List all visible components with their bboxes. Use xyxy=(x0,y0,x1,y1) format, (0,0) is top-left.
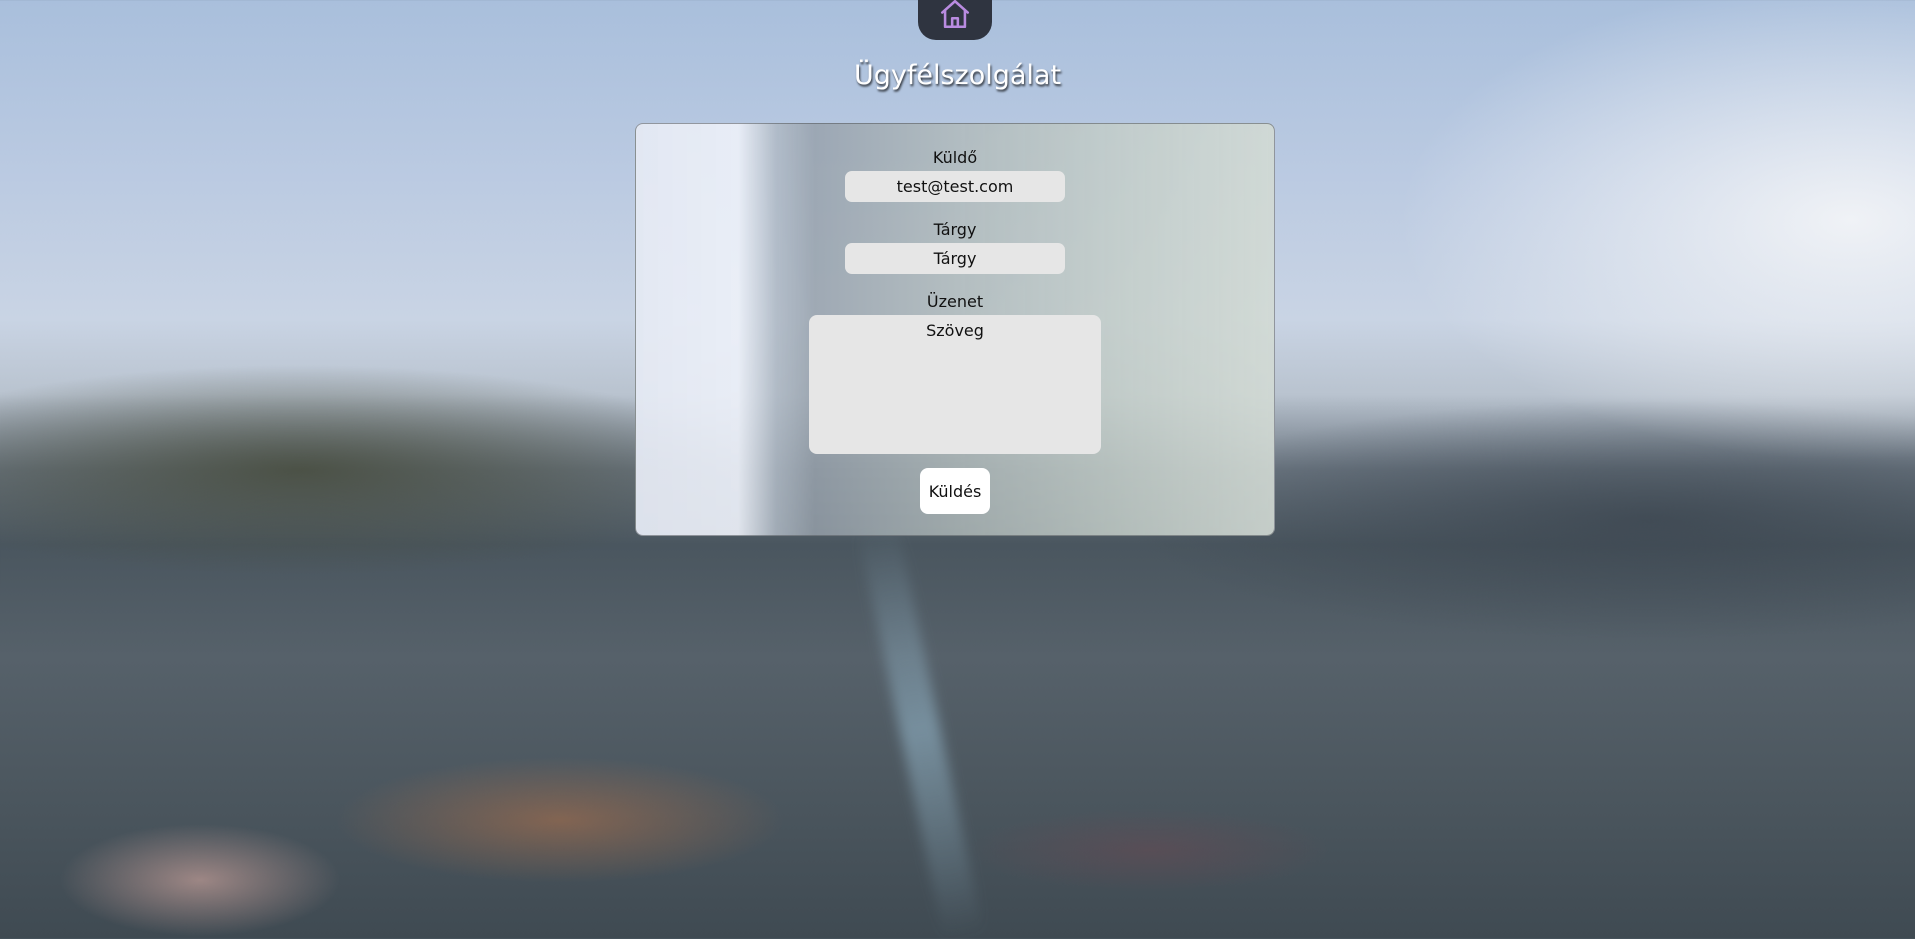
sender-label: Küldő xyxy=(932,148,978,167)
home-icon xyxy=(938,0,972,36)
message-label: Üzenet xyxy=(926,292,984,311)
send-button[interactable]: Küldés xyxy=(920,468,990,514)
background-rope xyxy=(856,520,984,939)
sender-field[interactable]: test@test.com xyxy=(845,171,1065,202)
subject-label: Tárgy xyxy=(933,220,977,239)
subject-input[interactable]: Tárgy xyxy=(845,243,1065,274)
contact-form-card: Küldő test@test.com Tárgy Tárgy Üzenet S… xyxy=(635,123,1275,536)
page-title: Ügyfélszolgálat xyxy=(853,60,1062,91)
message-textarea[interactable]: Szöveg xyxy=(809,315,1101,454)
contact-form: Küldő test@test.com Tárgy Tárgy Üzenet S… xyxy=(636,124,1274,535)
home-button[interactable] xyxy=(918,0,992,40)
